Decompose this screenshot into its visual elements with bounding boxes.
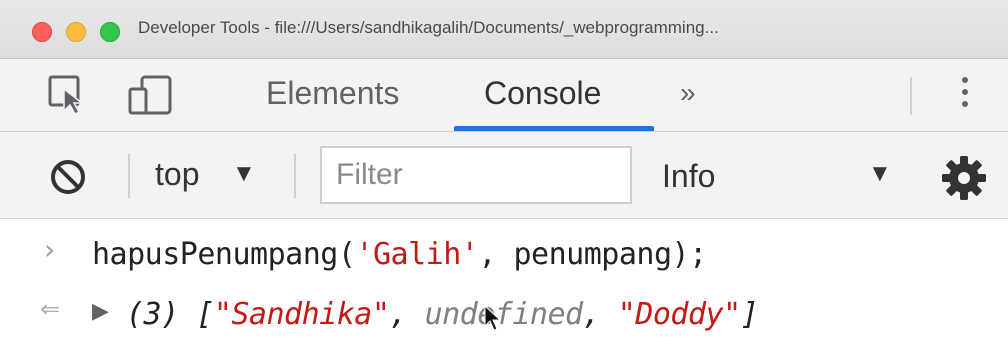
settings-gear-icon[interactable] <box>940 154 988 202</box>
devtools-window: Developer Tools - file:///Users/sandhika… <box>0 0 1008 354</box>
context-dropdown-arrow[interactable]: ▼ <box>232 160 256 188</box>
tab-elements[interactable]: Elements <box>266 75 399 112</box>
more-options-icon[interactable] <box>955 73 975 119</box>
devtools-tab-bar: Elements Console » <box>0 59 1008 132</box>
context-selector[interactable]: top <box>155 156 199 193</box>
toolbar-divider <box>128 154 130 198</box>
result-arrow-icon: ⇐ <box>40 295 61 323</box>
toolbar-divider <box>294 154 296 198</box>
tab-console[interactable]: Console <box>484 75 601 112</box>
inspect-element-icon[interactable] <box>46 73 90 117</box>
filter-input[interactable] <box>320 146 632 204</box>
toolbar-divider <box>910 77 912 115</box>
close-window-button[interactable] <box>32 22 52 42</box>
result-array[interactable]: (3) ["Sandhika", undefined, "Doddy"] <box>126 297 759 332</box>
device-toolbar-icon[interactable] <box>126 73 172 117</box>
minimize-window-button[interactable] <box>66 22 86 42</box>
log-level-dropdown-arrow[interactable]: ▼ <box>868 160 892 188</box>
console-toolbar: top ▼ Info ▼ <box>0 132 1008 219</box>
mouse-cursor-icon <box>484 304 502 331</box>
console-result-line: ⇐ ▶ (3) ["Sandhika", undefined, "Doddy"] <box>0 289 1008 349</box>
command-text: hapusPenumpang('Galih', penumpang); <box>92 237 707 272</box>
more-tabs-button[interactable]: » <box>680 77 696 109</box>
log-level-selector[interactable]: Info <box>662 158 715 195</box>
input-prompt-icon: › <box>44 233 56 266</box>
console-input-line: › hapusPenumpang('Galih', penumpang); <box>0 229 1008 289</box>
maximize-window-button[interactable] <box>100 22 120 42</box>
window-title: Developer Tools - file:///Users/sandhika… <box>138 18 719 37</box>
clear-console-icon[interactable] <box>48 157 88 197</box>
expand-triangle-icon[interactable]: ▶ <box>92 299 109 324</box>
active-tab-indicator <box>454 126 654 131</box>
console-output[interactable]: › hapusPenumpang('Galih', penumpang); ⇐ … <box>0 219 1008 354</box>
title-bar[interactable]: Developer Tools - file:///Users/sandhika… <box>0 0 1008 59</box>
